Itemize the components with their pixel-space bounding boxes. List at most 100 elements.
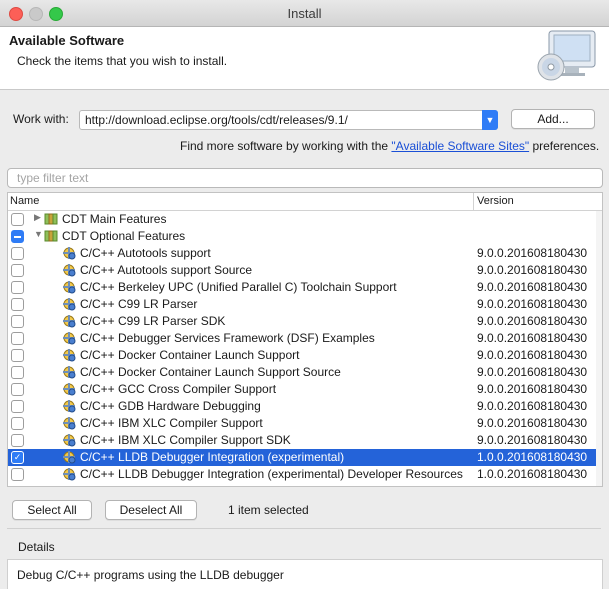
plugin-feature-icon — [63, 400, 76, 413]
selection-status: 1 item selected — [228, 503, 309, 517]
table-row[interactable]: C/C++ Autotools support Source 9.0.0.2016… — [8, 262, 602, 279]
table-row[interactable]: ▶ CDT Main Features — [8, 211, 602, 228]
expand-right-icon[interactable]: ▶ — [34, 212, 41, 223]
available-software-sites-link[interactable]: "Available Software Sites" — [391, 139, 529, 153]
install-wizard-icon — [537, 30, 596, 81]
table-row[interactable]: C/C++ IBM XLC Compiler Support 9.0.0.2016… — [8, 415, 602, 432]
row-checkbox[interactable] — [11, 417, 24, 430]
table-row[interactable]: C/C++ C99 LR Parser 9.0.0.201608180430 — [8, 296, 602, 313]
row-checkbox[interactable] — [11, 383, 24, 396]
table-header: Name Version — [8, 193, 602, 211]
table-row[interactable]: C/C++ Docker Container Launch Support So… — [8, 364, 602, 381]
combo-dropdown-icon[interactable]: ▼ — [482, 110, 498, 130]
plugin-feature-icon — [63, 281, 76, 294]
row-version: 1.0.0.201608180430 — [477, 450, 588, 464]
plugin-feature-icon — [63, 417, 76, 430]
row-name: C/C++ GDB Hardware Debugging — [80, 399, 261, 413]
row-version: 9.0.0.201608180430 — [477, 246, 588, 260]
row-name: CDT Main Features — [62, 212, 167, 226]
table-row[interactable]: C/C++ GDB Hardware Debugging 9.0.0.201608… — [8, 398, 602, 415]
wizard-header: Available Software Check the items that … — [0, 27, 609, 90]
row-name: C/C++ Autotools support Source — [80, 263, 253, 277]
software-table[interactable]: Name Version ▶ CDT Main Features ▼ CDT Opti… — [7, 192, 603, 487]
plugin-feature-icon — [63, 383, 76, 396]
filter-placeholder: type filter text — [17, 171, 89, 185]
table-row[interactable]: C/C++ Berkeley UPC (Unified Parallel C) … — [8, 279, 602, 296]
page-subtitle: Check the items that you wish to install… — [17, 54, 228, 68]
plugin-feature-icon — [63, 332, 76, 345]
find-more-suffix: preferences. — [529, 139, 600, 153]
table-row[interactable]: C/C++ IBM XLC Compiler Support SDK 9.0.0.… — [8, 432, 602, 449]
row-version: 9.0.0.201608180430 — [477, 263, 588, 277]
row-checkbox[interactable] — [11, 349, 24, 362]
row-name: C/C++ C99 LR Parser SDK — [80, 314, 226, 328]
table-row[interactable]: C/C++ Docker Container Launch Support 9.0… — [8, 347, 602, 364]
row-name: C/C++ Docker Container Launch Support — [80, 348, 300, 362]
row-checkbox[interactable]: ✓ — [11, 451, 24, 464]
row-checkbox[interactable] — [11, 434, 24, 447]
plugin-feature-icon — [63, 434, 76, 447]
row-name: C/C++ Berkeley UPC (Unified Parallel C) … — [80, 280, 397, 294]
row-checkbox[interactable] — [11, 315, 24, 328]
plugin-feature-icon — [63, 247, 76, 260]
row-version: 9.0.0.201608180430 — [477, 399, 588, 413]
table-row[interactable]: ▼ CDT Optional Features — [8, 228, 602, 245]
find-more-text: Find more software by working with the "… — [180, 139, 599, 153]
row-version: 9.0.0.201608180430 — [477, 297, 588, 311]
row-name: C/C++ Docker Container Launch Support So… — [80, 365, 341, 379]
row-version: 9.0.0.201608180430 — [477, 433, 588, 447]
table-row[interactable]: C/C++ Debugger Services Framework (DSF) … — [8, 330, 602, 347]
add-button[interactable]: Add... — [511, 109, 595, 129]
details-text: Debug C/C++ programs using the LLDB debu… — [17, 568, 284, 582]
row-checkbox[interactable] — [11, 332, 24, 345]
row-name: C/C++ C99 LR Parser — [80, 297, 198, 311]
row-version: 9.0.0.201608180430 — [477, 365, 588, 379]
work-with-label: Work with: — [13, 112, 69, 126]
row-checkbox[interactable] — [11, 230, 24, 243]
row-checkbox[interactable] — [11, 468, 24, 481]
row-checkbox[interactable] — [11, 247, 24, 260]
table-row[interactable]: C/C++ C99 LR Parser SDK 9.0.0.20160818043… — [8, 313, 602, 330]
row-name: C/C++ IBM XLC Compiler Support SDK — [80, 433, 291, 447]
title-bar: Install — [0, 0, 609, 27]
row-checkbox[interactable] — [11, 264, 24, 277]
plugin-feature-icon — [63, 451, 76, 464]
table-row[interactable]: ✓ C/C++ LLDB Debugger Integration (experi… — [8, 449, 602, 466]
details-label: Details — [18, 540, 55, 554]
column-name-header[interactable]: Name — [10, 195, 39, 207]
row-checkbox[interactable] — [11, 213, 24, 226]
column-version-header[interactable]: Version — [477, 195, 514, 207]
expand-down-icon[interactable]: ▼ — [34, 229, 43, 239]
filter-input[interactable]: type filter text — [7, 168, 603, 188]
table-row[interactable]: C/C++ LLDB Debugger Integration (experim… — [8, 466, 602, 483]
divider — [7, 528, 601, 529]
work-with-url: http://download.eclipse.org/tools/cdt/re… — [85, 113, 348, 127]
plugin-feature-icon — [63, 315, 76, 328]
deselect-all-button[interactable]: Deselect All — [105, 500, 197, 520]
feature-category-icon — [44, 213, 58, 225]
window-title: Install — [287, 6, 322, 21]
row-name: C/C++ LLDB Debugger Integration (experim… — [80, 450, 345, 464]
select-all-button[interactable]: Select All — [12, 500, 92, 520]
table-row[interactable]: C/C++ GCC Cross Compiler Support 9.0.0.20… — [8, 381, 602, 398]
row-checkbox[interactable] — [11, 366, 24, 379]
page-title: Available Software — [9, 33, 125, 48]
find-more-prefix: Find more software by working with the — [180, 139, 392, 153]
row-version: 1.0.0.201608180430 — [477, 467, 588, 481]
row-version: 9.0.0.201608180430 — [477, 416, 588, 430]
work-with-combo[interactable]: http://download.eclipse.org/tools/cdt/re… — [79, 110, 498, 130]
row-checkbox[interactable] — [11, 400, 24, 413]
row-name: C/C++ Autotools support — [80, 246, 211, 260]
row-version: 9.0.0.201608180430 — [477, 314, 588, 328]
table-scrollbar[interactable] — [596, 211, 602, 486]
plugin-feature-icon — [63, 264, 76, 277]
plugin-feature-icon — [63, 366, 76, 379]
row-checkbox[interactable] — [11, 281, 24, 294]
row-version: 9.0.0.201608180430 — [477, 348, 588, 362]
row-version: 9.0.0.201608180430 — [477, 280, 588, 294]
row-name: C/C++ IBM XLC Compiler Support — [80, 416, 263, 430]
row-checkbox[interactable] — [11, 298, 24, 311]
table-row[interactable]: C/C++ Autotools support 9.0.0.20160818043… — [8, 245, 602, 262]
details-panel: Debug C/C++ programs using the LLDB debu… — [7, 559, 603, 589]
row-version: 9.0.0.201608180430 — [477, 331, 588, 345]
